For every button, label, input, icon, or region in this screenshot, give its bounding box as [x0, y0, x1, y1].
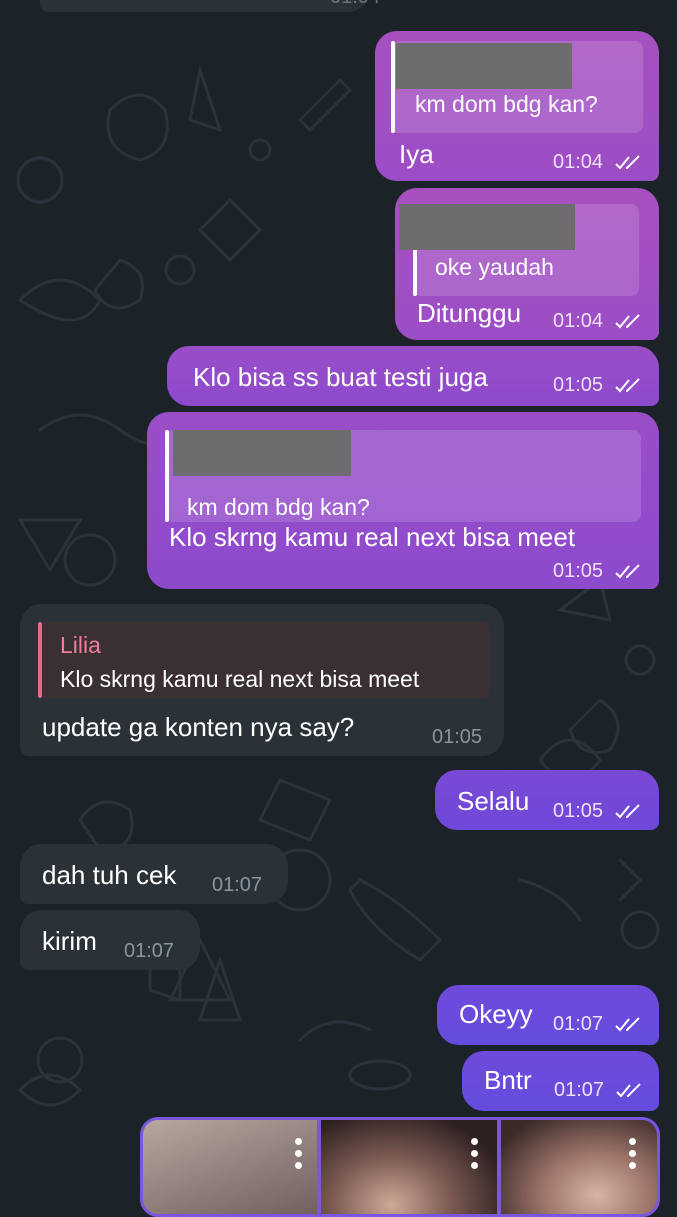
- redacted-sender-name: [173, 430, 351, 476]
- reply-quote-text: km dom bdg kan?: [415, 91, 598, 117]
- reply-bar: [165, 430, 169, 522]
- read-double-check-icon: [615, 564, 640, 579]
- outgoing-message[interactable]: Selalu 01:05: [435, 770, 659, 830]
- message-text: kirim: [42, 926, 97, 956]
- message-text: Iya: [399, 139, 434, 169]
- reply-quote[interactable]: Lilia Klo skrng kamu real next bisa meet: [38, 622, 490, 698]
- read-double-check-icon: [615, 1017, 640, 1032]
- message-text: Selalu: [457, 786, 530, 816]
- message-time: 01:04: [553, 310, 604, 332]
- reply-quote-text: Klo skrng kamu real next bisa meet: [60, 666, 420, 692]
- reply-quote-text: km dom bdg kan?: [187, 494, 370, 520]
- reply-bar: [38, 622, 42, 698]
- message-time: 01:07: [554, 1079, 605, 1101]
- message-time: 01:07: [124, 940, 175, 962]
- read-double-check-icon: [616, 1083, 641, 1098]
- outgoing-message[interactable]: km dom bdg kan? Iya 01:04: [375, 31, 659, 181]
- reply-bar: [391, 41, 395, 133]
- outgoing-message[interactable]: Bntr 01:07: [462, 1051, 659, 1111]
- redacted-sender-name: [399, 204, 575, 250]
- message-time: 01:05: [553, 374, 604, 396]
- message-time: 01:05: [553, 560, 604, 582]
- more-vertical-icon[interactable]: [295, 1138, 303, 1174]
- outgoing-message[interactable]: oke yaudah Ditunggu 01:04: [395, 188, 659, 340]
- read-double-check-icon: [615, 155, 640, 170]
- message-time: 01:05: [432, 726, 483, 748]
- reply-quote[interactable]: oke yaudah: [399, 204, 639, 296]
- partial-message-top[interactable]: 01:04: [40, 0, 380, 12]
- message-time: 01:07: [553, 1013, 604, 1035]
- message-time: 01:05: [553, 800, 604, 822]
- media-album[interactable]: [140, 1117, 660, 1217]
- outgoing-message[interactable]: km dom bdg kan? Klo skrng kamu real next…: [147, 412, 659, 589]
- message-time: 01:04: [330, 0, 380, 9]
- redacted-sender-name: [396, 43, 572, 89]
- message-text: dah tuh cek: [42, 860, 177, 890]
- outgoing-message[interactable]: Klo bisa ss buat testi juga 01:05: [167, 346, 659, 406]
- reply-quote[interactable]: km dom bdg kan?: [391, 41, 643, 133]
- message-text: Ditunggu: [417, 298, 522, 328]
- read-double-check-icon: [615, 378, 640, 393]
- message-text: Klo bisa ss buat testi juga: [193, 362, 488, 392]
- message-time: 01:07: [212, 874, 263, 896]
- reply-quote[interactable]: km dom bdg kan?: [165, 430, 641, 522]
- read-double-check-icon: [615, 804, 640, 819]
- incoming-message[interactable]: dah tuh cek 01:07: [20, 844, 288, 904]
- message-text: Klo skrng kamu real next bisa meet: [169, 522, 576, 552]
- message-text: Okeyy: [459, 999, 533, 1029]
- message-text: update ga konten nya say?: [42, 712, 355, 742]
- outgoing-message[interactable]: Okeyy 01:07: [437, 985, 659, 1045]
- reply-sender-name: Lilia: [60, 632, 101, 658]
- more-vertical-icon[interactable]: [629, 1138, 637, 1174]
- message-text: Bntr: [484, 1065, 532, 1095]
- incoming-message[interactable]: Lilia Klo skrng kamu real next bisa meet…: [20, 604, 504, 756]
- incoming-message[interactable]: kirim 01:07: [20, 910, 200, 970]
- reply-quote-text: oke yaudah: [435, 254, 554, 280]
- more-vertical-icon[interactable]: [471, 1138, 479, 1174]
- message-time: 01:04: [553, 151, 604, 173]
- read-double-check-icon: [615, 314, 640, 329]
